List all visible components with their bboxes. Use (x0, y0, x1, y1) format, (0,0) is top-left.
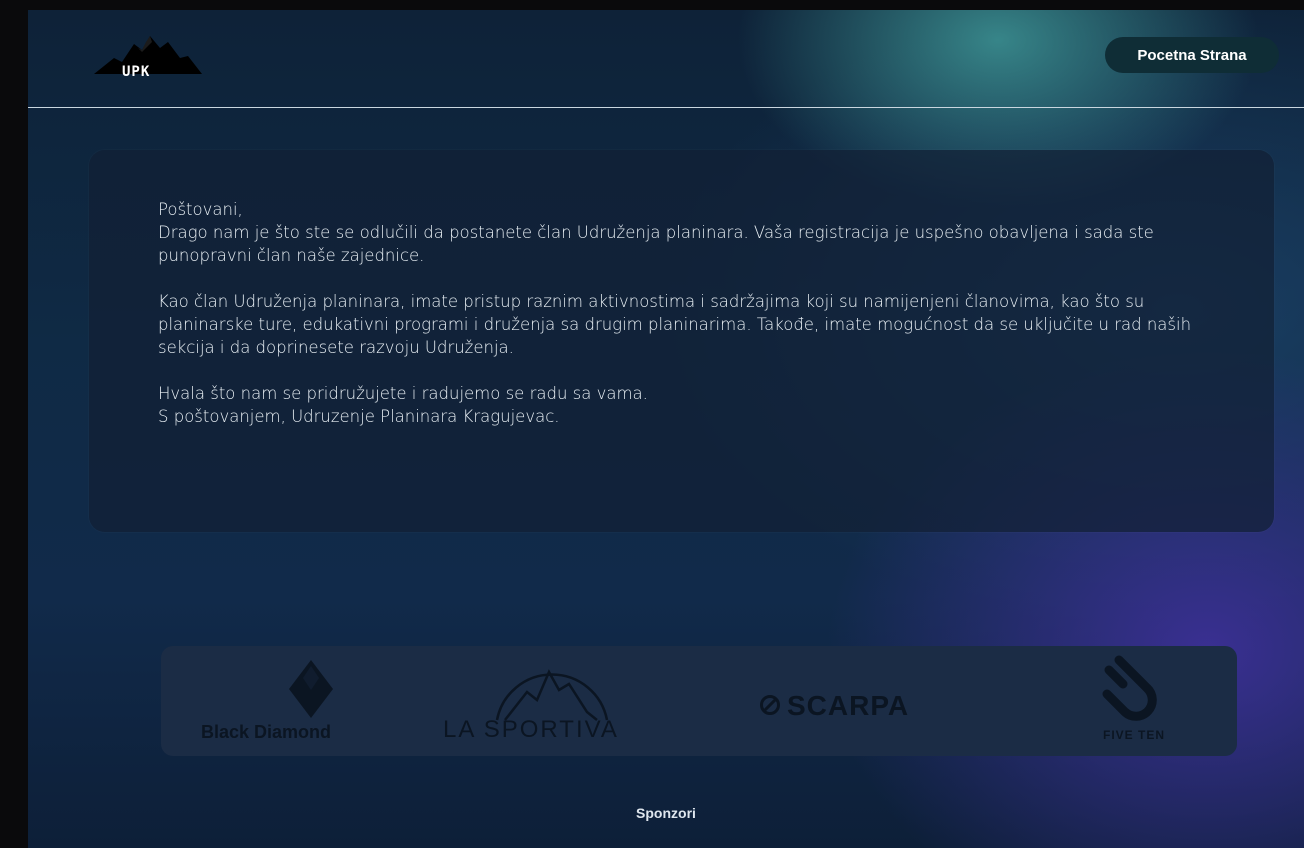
sponsors-label: Sponzori (636, 805, 696, 821)
sponsor-five-ten[interactable]: FIVE TEN (1071, 646, 1201, 756)
sponsor-black-diamond[interactable]: Black Diamond (191, 646, 411, 756)
logo-text: UPK (122, 64, 151, 80)
scarpa-logo-icon (760, 695, 780, 715)
home-nav-button[interactable]: Pocetna Strana (1105, 37, 1279, 73)
sponsor-name: SCARPA (787, 690, 910, 721)
letter-paragraph-2: Kao član Udruženja planinara, imate pris… (158, 292, 1192, 357)
letter-closing-2: S poštovanjem, Udruzenje Planinara Kragu… (158, 407, 560, 426)
welcome-letter-card: Poštovani, Drago nam je što ste se odluč… (89, 150, 1274, 532)
sponsors-panel: Black Diamond LA SPORTIVA SCARPA FIVE TE… (161, 646, 1237, 756)
sponsor-la-sportiva[interactable]: LA SPORTIVA (443, 646, 673, 756)
five-ten-logo-icon (1102, 655, 1157, 721)
la-sportiva-logo-icon (495, 669, 609, 721)
page-frame: UPK Pocetna Strana Poštovani, Drago nam … (28, 10, 1304, 848)
sponsor-name: FIVE TEN (1103, 728, 1166, 742)
letter-greeting: Poštovani, (158, 200, 243, 219)
site-header: UPK Pocetna Strana (28, 10, 1304, 108)
black-diamond-logo-icon (289, 660, 333, 718)
letter-closing-1: Hvala što nam se pridružujete i radujemo… (158, 384, 648, 403)
header-divider (28, 107, 1304, 108)
letter-paragraph-1: Drago nam je što ste se odlučili da post… (158, 223, 1154, 265)
welcome-letter: Poštovani, Drago nam je što ste se odluč… (158, 198, 1238, 428)
sponsor-scarpa[interactable]: SCARPA (753, 646, 993, 756)
upk-logo[interactable]: UPK (94, 32, 202, 86)
sponsor-name: LA SPORTIVA (443, 716, 619, 743)
sponsor-name: Black Diamond (201, 722, 332, 742)
